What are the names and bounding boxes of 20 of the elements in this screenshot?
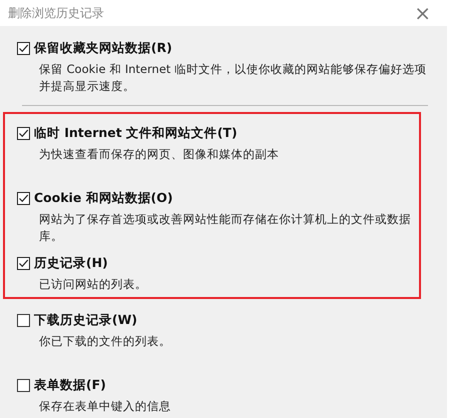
close-button[interactable]: × [412, 3, 433, 23]
option-description: 网站为了保存首选项或改善网站性能而存储在你计算机上的文件或数据库。 [39, 211, 412, 245]
option-label[interactable]: 下载历史记录(W) [34, 312, 138, 328]
option-description: 保留 Cookie 和 Internet 临时文件，以使你收藏的网站能够保存偏好选项并提高显示速度。 [39, 61, 428, 95]
option-description: 保存在表单中键入的信息 [39, 398, 172, 415]
checkbox[interactable] [17, 126, 30, 140]
option-description: 你已下载的文件的列表。 [39, 333, 172, 350]
option-label[interactable]: 临时 Internet 文件和网站文件(T) [34, 124, 238, 142]
checkbox[interactable] [17, 42, 30, 54]
option-description: 已访问网站的列表。 [39, 276, 148, 293]
checkbox[interactable] [17, 378, 30, 392]
checkbox[interactable] [17, 192, 30, 204]
checkbox[interactable] [17, 256, 30, 270]
window-title: 删除浏览历史记录 [8, 4, 104, 22]
checkbox[interactable] [17, 314, 30, 326]
option-label[interactable]: 保留收藏夹网站数据(R) [34, 40, 172, 56]
option-description: 为快速查看而保存的网页、图像和媒体的副本 [39, 146, 280, 163]
option-label[interactable]: 表单数据(F) [34, 376, 106, 394]
option-label[interactable]: Cookie 和网站数据(O) [34, 190, 173, 206]
option-label[interactable]: 历史记录(H) [34, 254, 108, 272]
